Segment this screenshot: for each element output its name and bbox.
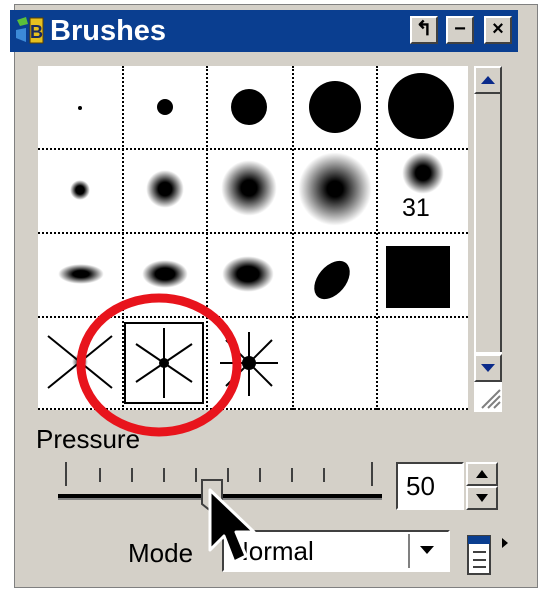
dropdown-arrow-icon	[420, 546, 434, 554]
pressure-value: 50	[406, 471, 435, 501]
brush-tip	[388, 73, 454, 139]
brush-tip	[309, 81, 361, 133]
brush-square[interactable]	[376, 232, 468, 316]
brush-tip	[70, 180, 90, 200]
brush-tip	[157, 99, 173, 115]
spin-up-icon	[476, 470, 488, 478]
brush-hard-5[interactable]	[376, 66, 468, 148]
highlight-circle	[76, 293, 242, 437]
brushes-app-icon: B	[16, 17, 44, 44]
scroll-up-button[interactable]	[474, 66, 502, 94]
spin-down-icon	[476, 494, 488, 502]
brush-tip	[142, 260, 188, 288]
mouse-cursor-icon	[208, 488, 256, 564]
scroll-up-icon	[481, 76, 495, 84]
scroll-down-button[interactable]	[474, 354, 502, 382]
brush-size-label: 31	[402, 194, 430, 222]
brush-soft-2[interactable]	[122, 148, 206, 232]
pin-icon: ↰	[415, 18, 433, 40]
brush-tip	[78, 106, 82, 110]
brush-hard-3[interactable]	[206, 66, 292, 148]
brush-tip	[386, 246, 450, 308]
brush-ellipse-hard[interactable]	[292, 232, 376, 316]
brush-scrollbar[interactable]	[474, 66, 502, 412]
mode-label: Mode	[128, 538, 194, 568]
spin-down-button[interactable]	[466, 486, 498, 510]
minimize-button[interactable]: −	[446, 16, 474, 44]
minimize-icon: −	[454, 18, 466, 40]
close-icon: ×	[492, 18, 504, 40]
brush-menu-icon[interactable]	[464, 532, 514, 580]
scroll-thumb[interactable]	[474, 94, 502, 352]
brush-soft-4[interactable]	[292, 148, 376, 232]
brush-hard-1[interactable]	[38, 66, 122, 148]
pin-button[interactable]: ↰	[410, 16, 438, 44]
brush-tip	[222, 256, 274, 292]
brush-tip	[231, 89, 267, 125]
close-button[interactable]: ×	[484, 16, 512, 44]
brush-soft-3[interactable]	[206, 148, 292, 232]
brush-tip	[402, 152, 444, 194]
brush-tip	[298, 152, 372, 226]
window-title: Brushes	[50, 15, 167, 47]
brush-tip	[307, 254, 357, 306]
title-bar[interactable]: B Brushes ↰ − ×	[10, 10, 518, 52]
brush-tip	[221, 160, 277, 216]
resize-grip-icon[interactable]	[476, 384, 502, 410]
brush-soft-5[interactable]: 31	[376, 148, 468, 232]
scroll-down-icon	[481, 364, 495, 372]
pressure-input[interactable]: 50	[396, 462, 464, 510]
brush-tip	[146, 170, 184, 208]
svg-text:B: B	[30, 22, 43, 42]
brush-soft-1[interactable]	[38, 148, 122, 232]
dropdown-button[interactable]	[408, 534, 446, 568]
spin-up-button[interactable]	[466, 462, 498, 486]
brush-tip	[58, 264, 104, 284]
pressure-label: Pressure	[36, 424, 141, 454]
brush-hard-2[interactable]	[122, 66, 206, 148]
brush-hard-4[interactable]	[292, 66, 376, 148]
pressure-spinner[interactable]	[466, 462, 498, 510]
